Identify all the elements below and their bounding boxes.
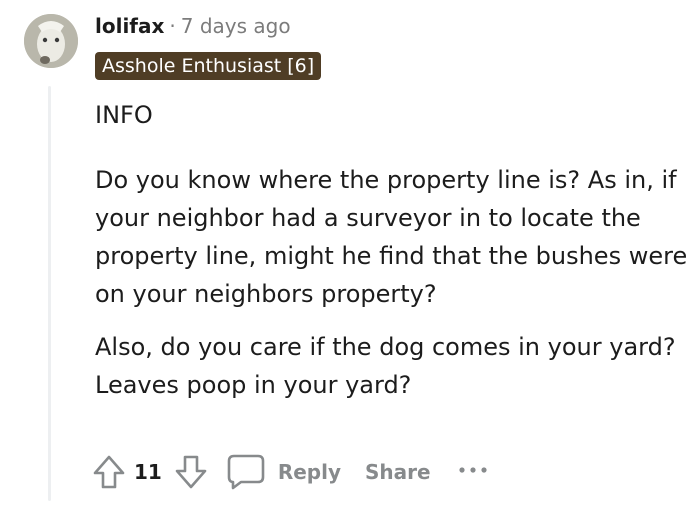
more-options-button[interactable] <box>457 465 489 479</box>
avatar-image <box>24 14 78 68</box>
upvote-button[interactable] <box>92 454 126 490</box>
share-button[interactable]: Share <box>365 460 431 484</box>
timestamp[interactable]: 7 days ago <box>181 14 291 38</box>
comment-body: INFO Do you know where the property line… <box>95 96 695 419</box>
more-options-icon <box>459 467 487 473</box>
comment-paragraph: Also, do you care if the dog comes in yo… <box>95 333 676 399</box>
user-flair: Asshole Enthusiast [6] <box>95 52 322 80</box>
comment-actions: 11 Reply Share <box>92 452 489 492</box>
username[interactable]: lolifax <box>95 14 164 38</box>
downvote-arrow-icon <box>175 455 207 489</box>
comment-paragraph: Do you know where the property line is? … <box>95 166 688 308</box>
comment-header: lolifax · 7 days ago <box>95 12 291 40</box>
comment-paragraph: INFO <box>95 101 153 129</box>
reply-button[interactable]: Reply <box>278 460 341 484</box>
comment-button[interactable] <box>226 453 266 491</box>
vote-count: 11 <box>134 460 162 484</box>
avatar[interactable] <box>24 14 78 68</box>
upvote-arrow-icon <box>93 455 125 489</box>
downvote-button[interactable] <box>174 454 208 490</box>
separator-dot: · <box>169 14 176 38</box>
thread-line[interactable] <box>48 86 51 501</box>
comment-bubble-icon <box>227 454 265 490</box>
